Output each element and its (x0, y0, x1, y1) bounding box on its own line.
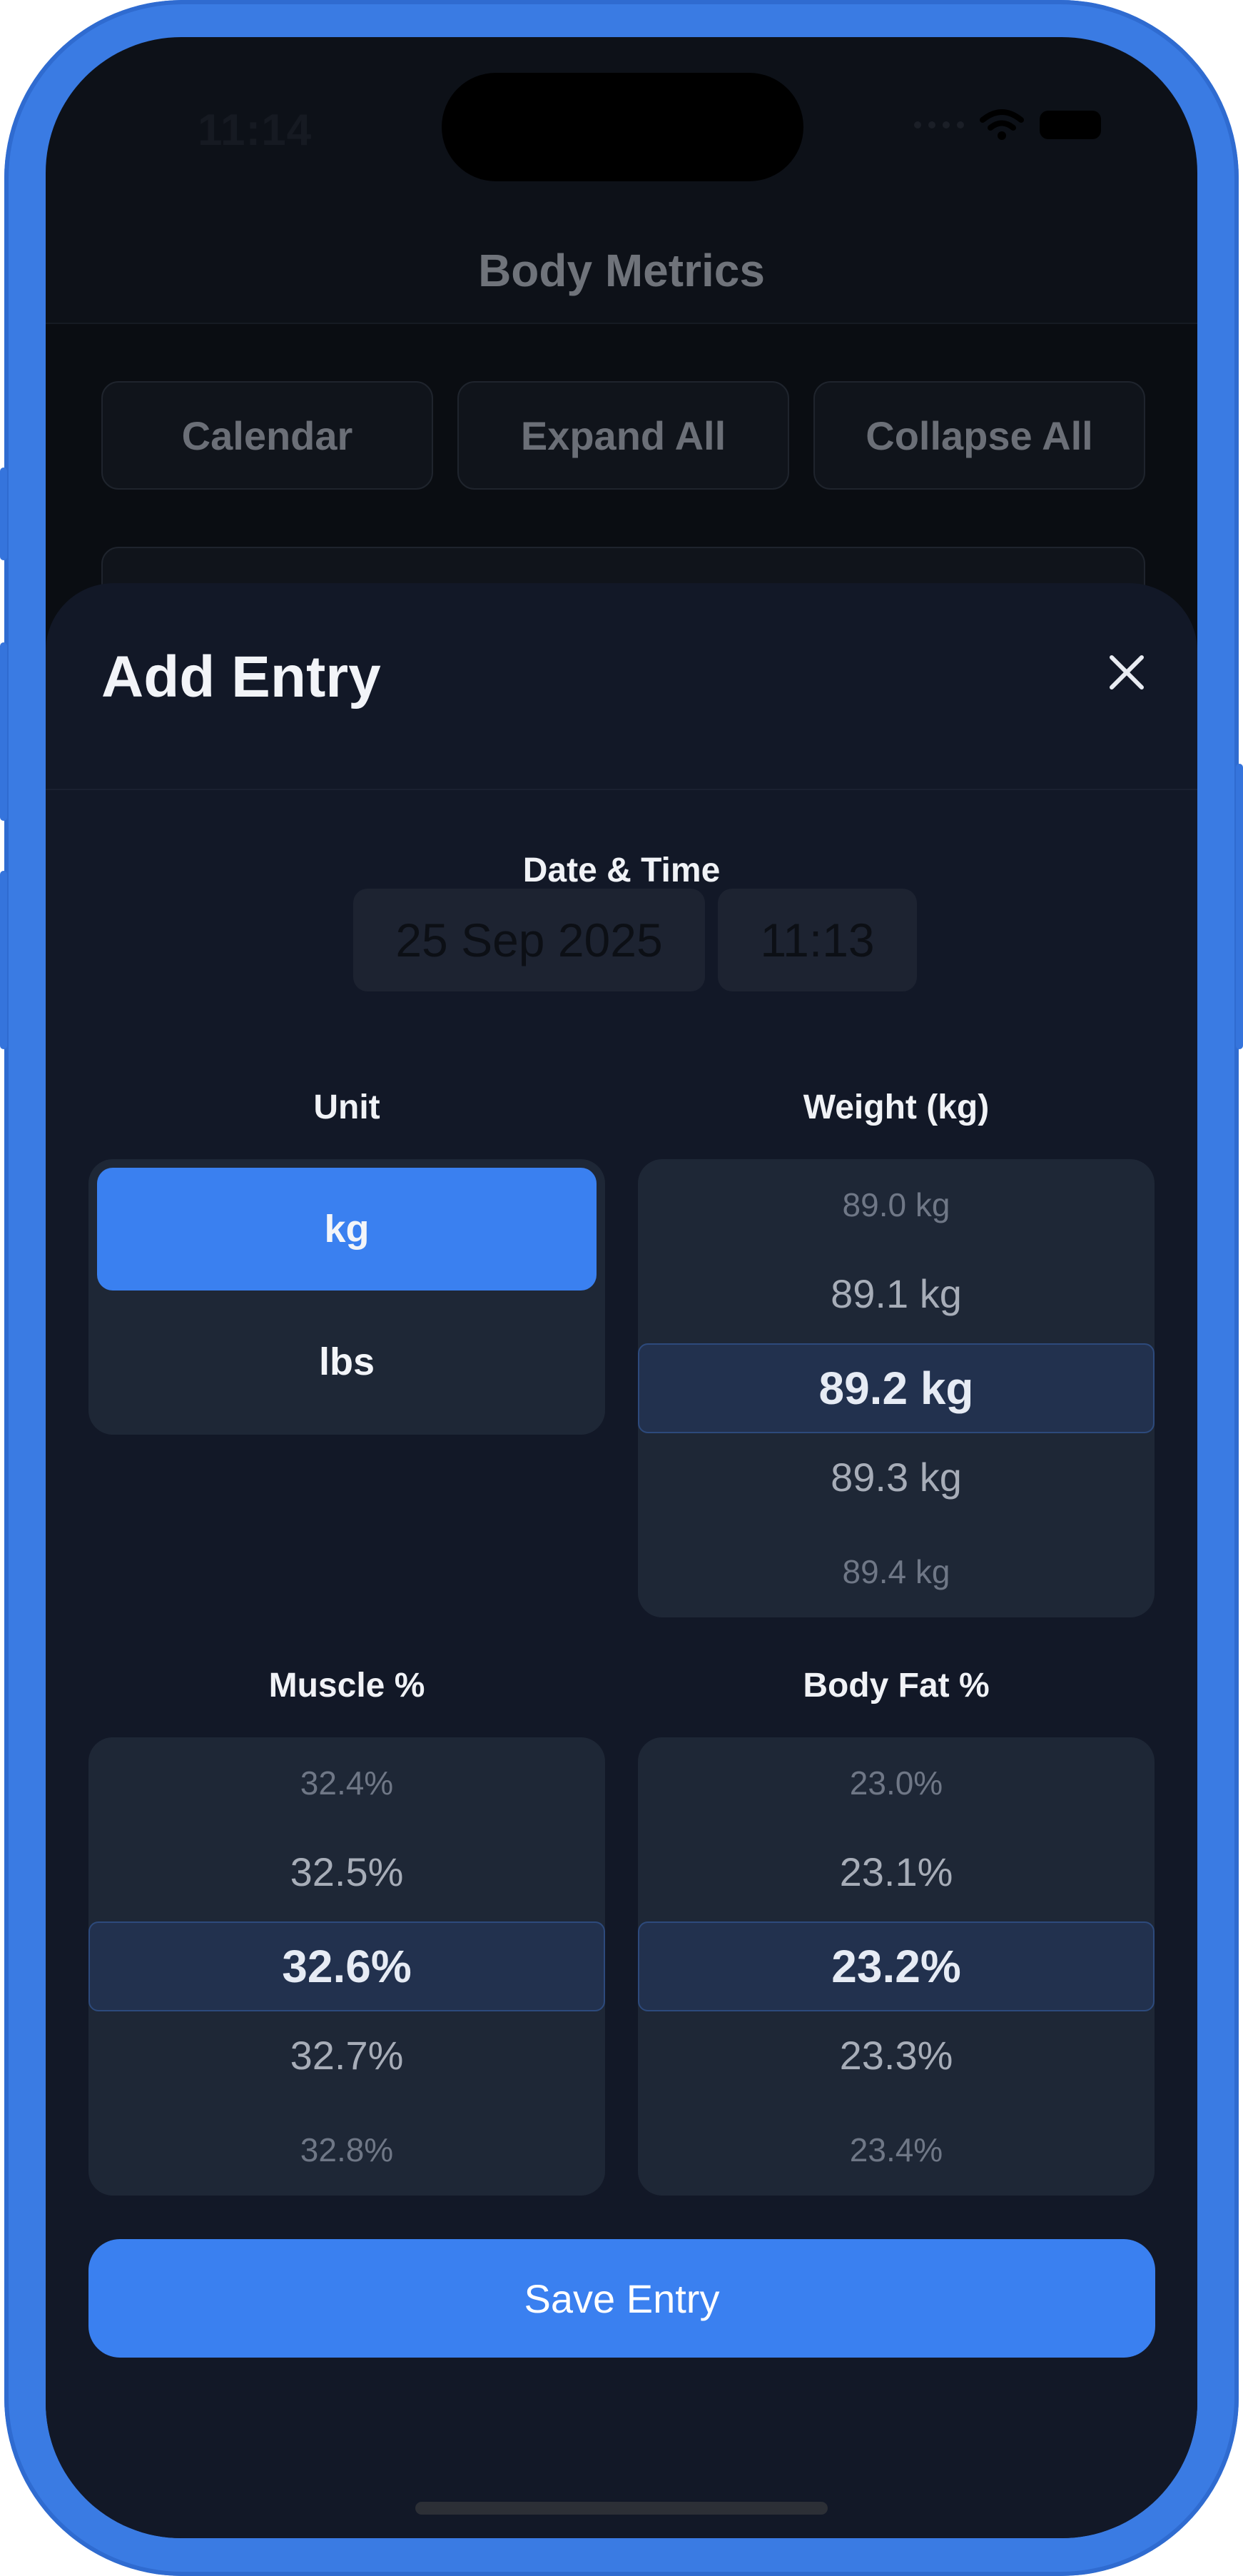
picker-row-selected[interactable]: 32.6% (88, 1921, 605, 2011)
collapse-all-button: Collapse All (813, 381, 1145, 490)
unit-option-kg[interactable]: kg (97, 1168, 597, 1290)
picker-row-selected[interactable]: 89.2 kg (638, 1343, 1155, 1433)
picker-row-selected[interactable]: 23.2% (638, 1921, 1155, 2011)
picker-row[interactable]: 89.0 kg (638, 1176, 1155, 1233)
action-button (0, 468, 7, 560)
picker-row[interactable]: 32.8% (88, 2121, 605, 2178)
sheet-title: Add Entry (101, 645, 381, 709)
body-fat-picker[interactable]: 23.0% 23.1% 23.2% 23.3% 23.4% (638, 1737, 1155, 2196)
background-toolbar: Calendar Expand All Collapse All (101, 381, 1145, 490)
battery-icon (1040, 111, 1101, 139)
home-indicator[interactable] (415, 2502, 828, 2515)
status-bar: 11:14 (46, 37, 1197, 216)
weight-picker[interactable]: 89.0 kg 89.1 kg 89.2 kg 89.3 kg 89.4 kg (638, 1159, 1155, 1617)
status-time: 11:14 (198, 106, 313, 155)
calendar-button: Calendar (101, 381, 433, 490)
sheet-divider (46, 789, 1197, 790)
body-fat-label: Body Fat % (803, 1667, 990, 1704)
volume-down-button (0, 871, 7, 1049)
dynamic-island (442, 73, 803, 181)
nav-title: Body Metrics (478, 245, 765, 296)
picker-row[interactable]: 32.4% (88, 1754, 605, 1812)
power-button (1236, 764, 1243, 1049)
time-field[interactable]: 11:13 (718, 889, 917, 991)
muscle-picker[interactable]: 32.4% 32.5% 32.6% 32.7% 32.8% (88, 1737, 605, 2196)
picker-row[interactable]: 32.7% (88, 2019, 605, 2091)
picker-row[interactable]: 32.5% (88, 1836, 605, 1907)
picker-row[interactable]: 23.4% (638, 2121, 1155, 2178)
picker-row[interactable]: 89.1 kg (638, 1258, 1155, 1329)
status-icons (914, 108, 1101, 141)
unit-label: Unit (313, 1089, 380, 1126)
wifi-icon (980, 109, 1024, 140)
date-field[interactable]: 25 Sep 2025 (353, 889, 705, 991)
screen: 11:14 Body Metrics Calendar Expand All C… (46, 37, 1197, 2538)
volume-up-button (0, 642, 7, 821)
signal-icon (914, 121, 964, 128)
picker-row[interactable]: 89.3 kg (638, 1441, 1155, 1512)
weight-label: Weight (kg) (803, 1089, 990, 1126)
unit-option-lbs[interactable]: lbs (97, 1300, 597, 1423)
expand-all-button: Expand All (457, 381, 789, 490)
picker-row[interactable]: 89.4 kg (638, 1543, 1155, 1600)
picker-row[interactable]: 23.0% (638, 1754, 1155, 1812)
picker-row[interactable]: 23.1% (638, 1836, 1155, 1907)
close-icon[interactable] (1102, 647, 1152, 697)
unit-selector: kg lbs (88, 1159, 605, 1435)
muscle-label: Muscle % (268, 1667, 425, 1704)
save-entry-button[interactable]: Save Entry (88, 2239, 1155, 2358)
picker-row[interactable]: 23.3% (638, 2019, 1155, 2091)
date-time-label: Date & Time (522, 852, 721, 889)
